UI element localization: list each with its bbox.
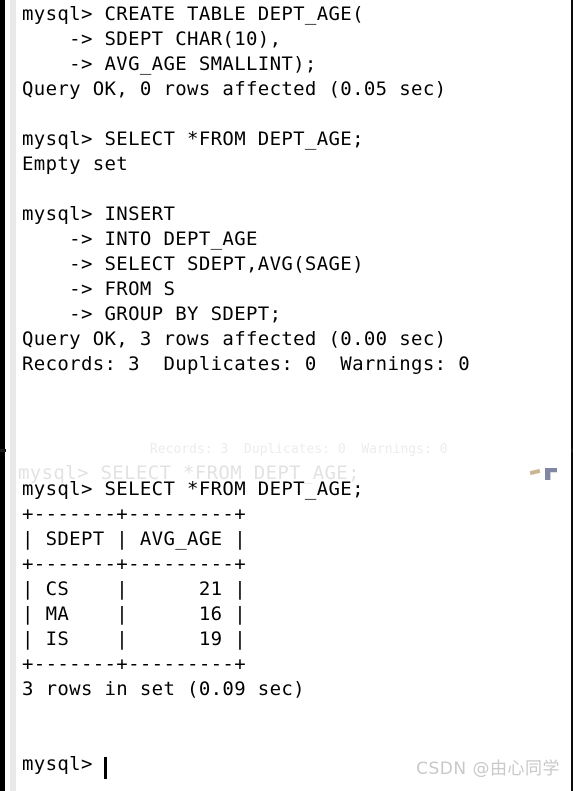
terminal-line: mysql> CREATE TABLE DEPT_AGE( [22, 3, 364, 25]
seam-tick-right [571, 449, 573, 452]
row-count-status: 3 rows in set (0.09 sec) [22, 678, 305, 700]
table-border-top: +-------+---------+ [22, 503, 246, 525]
window-right-edge [571, 0, 573, 791]
mysql-terminal-screenshot: mysql> CREATE TABLE DEPT_AGE( -> SDEPT C… [0, 0, 578, 791]
terminal-line: -> GROUP BY SDEPT; [22, 303, 282, 325]
terminal-output-area[interactable]: mysql> CREATE TABLE DEPT_AGE( -> SDEPT C… [22, 0, 567, 791]
terminal-line: mysql> INSERT [22, 203, 176, 225]
table-header-row: | SDEPT | AVG_AGE | [22, 528, 246, 550]
seam-ghost-text-upper: Records: 3 Duplicates: 0 Warnings: 0 [150, 443, 448, 457]
table-border-mid: +-------+---------+ [22, 553, 246, 575]
seam-tick-left [0, 449, 6, 452]
terminal-line: Query OK, 0 rows affected (0.05 sec) [22, 78, 447, 100]
table-row: | MA | 16 | [22, 603, 246, 625]
terminal-line: -> FROM S [22, 278, 176, 300]
terminal-line: Query OK, 3 rows affected (0.00 sec) [22, 328, 447, 350]
terminal-line: Records: 3 Duplicates: 0 Warnings: 0 [22, 353, 470, 375]
terminal-line: -> SDEPT CHAR(10), [22, 28, 282, 50]
seam-ghost-text-lower: mysql> SELECT *FROM DEPT_AGE; [18, 462, 360, 484]
terminal-line: Empty set [22, 153, 129, 175]
table-border-bottom: +-------+---------+ [22, 653, 246, 675]
table-row: | IS | 19 | [22, 628, 246, 650]
terminal-line: mysql> SELECT *FROM DEPT_AGE; [22, 128, 364, 150]
terminal-line: -> INTO DEPT_AGE [22, 228, 258, 250]
terminal-line: -> AVG_AGE SMALLINT); [22, 53, 317, 75]
window-left-edge [0, 0, 5, 791]
csdn-watermark: CSDN @由心同学 [416, 759, 560, 779]
window-left-gutter [10, 0, 16, 791]
table-row: | CS | 21 | [22, 578, 246, 600]
text-cursor [104, 757, 107, 779]
terminal-prompt-line[interactable]: mysql> [22, 752, 93, 777]
terminal-line: -> SELECT SDEPT,AVG(SAGE) [22, 253, 364, 275]
